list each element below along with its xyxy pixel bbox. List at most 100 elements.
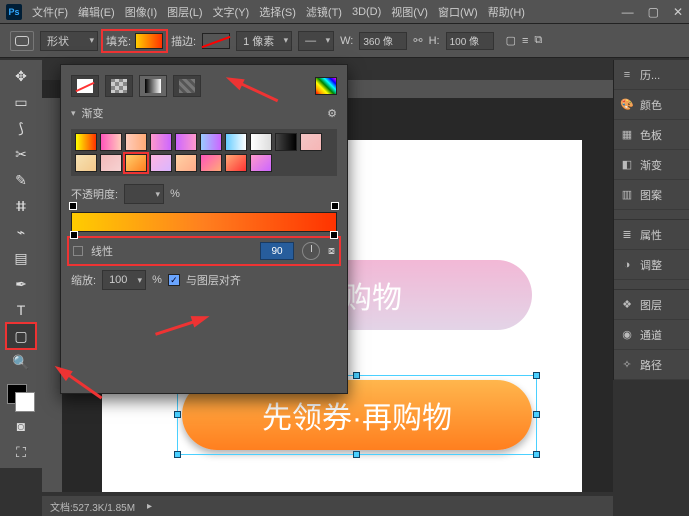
color-swatch[interactable] bbox=[7, 384, 35, 412]
align-icon[interactable]: ≡ bbox=[522, 35, 528, 47]
gradient-preset[interactable] bbox=[125, 154, 147, 172]
handle-br[interactable] bbox=[533, 451, 540, 458]
gradient-preset[interactable] bbox=[150, 133, 172, 151]
crop-tool[interactable]: ✂ bbox=[7, 142, 35, 166]
type-tool[interactable]: T bbox=[7, 298, 35, 322]
gradient-preset[interactable] bbox=[225, 154, 247, 172]
gradient-edit-bar[interactable] bbox=[71, 212, 337, 232]
gradient-preset[interactable] bbox=[250, 154, 272, 172]
menu-help[interactable]: 帮助(H) bbox=[488, 4, 525, 20]
quickmask-toggle[interactable]: ◙ bbox=[7, 414, 35, 438]
handle-tc[interactable] bbox=[353, 372, 360, 379]
menu-layer[interactable]: 图层(L) bbox=[167, 4, 202, 20]
width-field[interactable] bbox=[359, 32, 407, 50]
gradient-stop-left[interactable] bbox=[70, 231, 78, 239]
angle-dial[interactable] bbox=[302, 242, 320, 260]
panel-paths[interactable]: ✧路径 bbox=[614, 350, 689, 380]
tool-mode-dropdown[interactable]: 形状 bbox=[40, 31, 98, 51]
handle-lc[interactable] bbox=[174, 411, 181, 418]
gradient-preset[interactable] bbox=[225, 133, 247, 151]
panel-layers[interactable]: ❖图层 bbox=[614, 290, 689, 320]
menu-3d[interactable]: 3D(D) bbox=[352, 6, 381, 18]
height-field[interactable] bbox=[446, 32, 494, 50]
panel-swatches[interactable]: ▦色板 bbox=[614, 120, 689, 150]
opacity-stop-left[interactable] bbox=[69, 202, 77, 210]
panel-patterns[interactable]: ▥图案 bbox=[614, 180, 689, 210]
menu-text[interactable]: 文字(Y) bbox=[213, 4, 250, 20]
panel-history[interactable]: ≡历... bbox=[614, 60, 689, 90]
menu-window[interactable]: 窗口(W) bbox=[438, 4, 478, 20]
stroke-swatch[interactable] bbox=[202, 33, 230, 49]
panel-channels[interactable]: ◉通道 bbox=[614, 320, 689, 350]
marquee-tool[interactable]: ▭ bbox=[7, 90, 35, 114]
disclosure-icon[interactable]: ▾ bbox=[71, 108, 76, 119]
opacity-dropdown[interactable] bbox=[124, 184, 164, 204]
status-disclosure-icon[interactable]: ▸ bbox=[147, 501, 152, 512]
panel-gradients[interactable]: ◧渐变 bbox=[614, 150, 689, 180]
gradient-preset[interactable] bbox=[200, 133, 222, 151]
fill-swatch[interactable] bbox=[135, 33, 163, 49]
gradient-preset[interactable] bbox=[75, 154, 97, 172]
panel-color[interactable]: 🎨颜色 bbox=[614, 90, 689, 120]
gradient-preset[interactable] bbox=[300, 133, 322, 151]
fill-type-none[interactable] bbox=[71, 75, 99, 97]
menu-edit[interactable]: 编辑(E) bbox=[78, 4, 115, 20]
path-ops-icon[interactable]: ▢ bbox=[506, 34, 516, 47]
gradient-preset[interactable] bbox=[100, 133, 122, 151]
handle-bl[interactable] bbox=[174, 451, 181, 458]
snap-angle-icon[interactable]: ⧇ bbox=[328, 245, 335, 258]
gradient-stop-right[interactable] bbox=[330, 231, 338, 239]
rounded-rectangle-tool[interactable]: ▢ bbox=[7, 324, 35, 348]
handle-bc[interactable] bbox=[353, 451, 360, 458]
menu-view[interactable]: 视图(V) bbox=[391, 4, 428, 20]
gradient-preset[interactable] bbox=[75, 133, 97, 151]
close-button[interactable]: ✕ bbox=[673, 5, 683, 19]
handle-rc[interactable] bbox=[533, 411, 540, 418]
menu-file[interactable]: 文件(F) bbox=[32, 4, 68, 20]
panel-adjustments[interactable]: ◑调整 bbox=[614, 250, 689, 280]
color-picker-button[interactable] bbox=[315, 77, 337, 95]
stroke-style-dropdown[interactable]: — bbox=[298, 31, 334, 51]
fill-type-pattern[interactable] bbox=[173, 75, 201, 97]
brush-tool[interactable]: ⵌ bbox=[7, 194, 35, 218]
gradient-preset[interactable] bbox=[150, 154, 172, 172]
gear-icon[interactable]: ⚙ bbox=[327, 107, 337, 120]
menu-image[interactable]: 图像(I) bbox=[125, 4, 157, 20]
scale-dropdown[interactable]: 100 bbox=[102, 270, 146, 290]
gradient-preset[interactable] bbox=[250, 133, 272, 151]
angle-field[interactable] bbox=[260, 242, 294, 260]
shape-preset-button[interactable] bbox=[10, 31, 34, 51]
zoom-tool[interactable]: 🔍 bbox=[7, 350, 35, 374]
eyedropper-tool[interactable]: ✎ bbox=[7, 168, 35, 192]
background-color[interactable] bbox=[15, 392, 35, 412]
handle-tr[interactable] bbox=[533, 372, 540, 379]
screenmode-toggle[interactable]: ⛶ bbox=[7, 440, 35, 464]
link-wh-icon[interactable]: ⚯ bbox=[413, 34, 422, 47]
minimize-button[interactable]: — bbox=[622, 5, 634, 19]
gradient-preset[interactable] bbox=[125, 133, 147, 151]
gradient-preset[interactable] bbox=[175, 133, 197, 151]
history-icon: ≡ bbox=[620, 69, 634, 81]
align-layer-checkbox[interactable]: ✓ bbox=[168, 274, 180, 286]
stroke-width-dropdown[interactable]: 1 像素 bbox=[236, 31, 292, 51]
arrange-icon[interactable]: ⧉ bbox=[534, 34, 542, 47]
pen-tool[interactable]: ✒ bbox=[7, 272, 35, 296]
fill-control[interactable]: 填充: bbox=[104, 32, 165, 50]
reverse-checkbox[interactable] bbox=[73, 246, 83, 256]
gradient-preset[interactable] bbox=[175, 154, 197, 172]
opacity-stop-right[interactable] bbox=[331, 202, 339, 210]
lasso-tool[interactable]: ⟆ bbox=[7, 116, 35, 140]
restore-button[interactable]: ▢ bbox=[648, 5, 659, 19]
gradient-preset[interactable] bbox=[100, 154, 122, 172]
clone-tool[interactable]: ⌁ bbox=[7, 220, 35, 244]
move-tool[interactable]: ✥ bbox=[7, 64, 35, 88]
fill-type-gradient[interactable] bbox=[139, 75, 167, 97]
panel-properties[interactable]: ≣属性 bbox=[614, 220, 689, 250]
panel-divider bbox=[614, 210, 689, 220]
gradient-preset[interactable] bbox=[200, 154, 222, 172]
gradient-preset[interactable] bbox=[275, 133, 297, 151]
gradient-tool[interactable]: ▤ bbox=[7, 246, 35, 270]
menu-select[interactable]: 选择(S) bbox=[259, 4, 296, 20]
menu-filter[interactable]: 滤镜(T) bbox=[306, 4, 342, 20]
fill-type-solid[interactable] bbox=[105, 75, 133, 97]
